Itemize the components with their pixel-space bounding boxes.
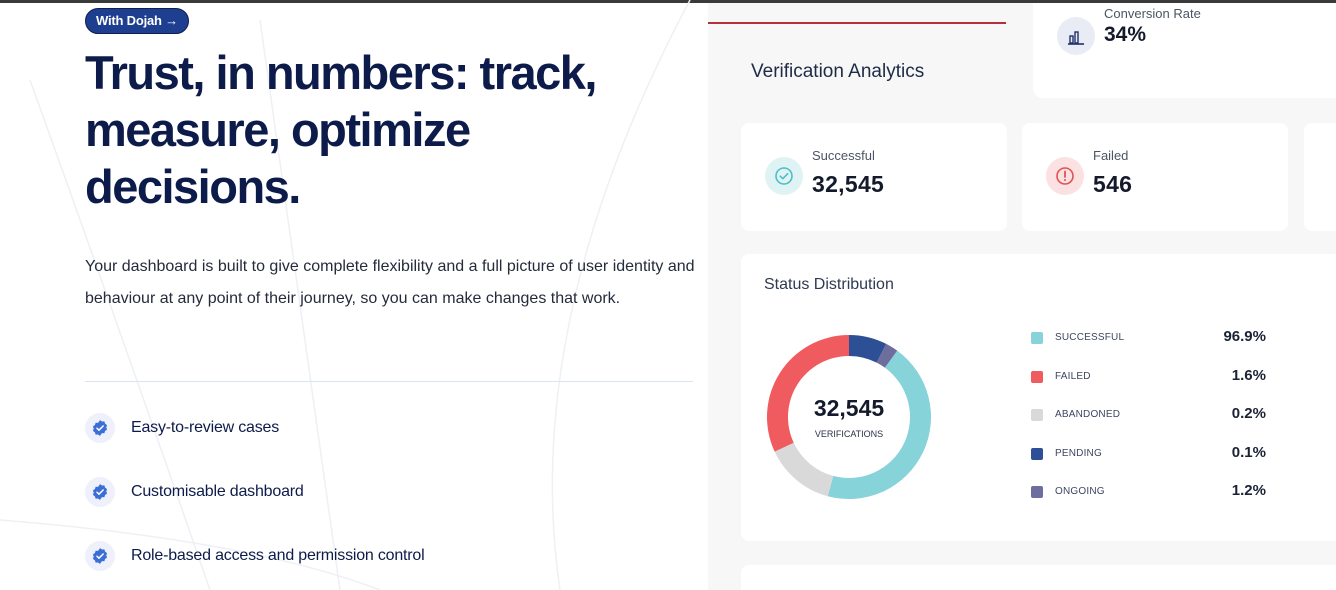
legend-swatch [1031,371,1043,383]
with-dojah-badge[interactable]: With Dojah → [85,8,189,34]
status-donut-chart: 32,545 VERIFICATIONS [767,335,931,499]
legend-label: FAILED [1055,371,1091,382]
hero-section: With Dojah → Trust, in numbers: track, m… [0,0,710,590]
legend-label: SUCCESSFUL [1055,332,1125,343]
next-card-partial [741,565,1336,590]
divider [85,381,693,382]
legend-item: PENDING 0.1% [1031,444,1266,464]
legend-swatch [1031,448,1043,460]
feature-label: Easy-to-review cases [131,419,280,436]
failed-label: Failed [1093,148,1129,163]
verified-check-icon [85,477,115,507]
conversion-card: Conversion Rate 34% [1033,3,1336,98]
legend-item: ONGOING 1.2% [1031,482,1266,502]
feature-item: Customisable dashboard [85,477,304,507]
legend-item: ABANDONED 0.2% [1031,405,1266,425]
check-circle-icon [765,157,803,195]
legend-value: 1.6% [1231,367,1266,384]
legend-value: 0.2% [1231,405,1266,422]
legend-label: ABANDONED [1055,409,1121,420]
legend-item: SUCCESSFUL 96.9% [1031,328,1266,348]
legend-value: 96.9% [1223,328,1266,345]
hero-description: Your dashboard is built to give complete… [85,258,695,307]
status-distribution-card: Status Distribution 32,545 VERIFICATIONS… [741,254,1336,541]
hero-headline: Trust, in numbers: track, measure, optim… [85,46,597,213]
failed-value: 546 [1093,171,1133,197]
feature-item: Easy-to-review cases [85,413,279,443]
legend-value: 0.1% [1231,444,1266,461]
dashboard-preview: Verification Analytics Conversion Rate 3… [708,3,1336,590]
donut-slice-abandoned [774,442,834,497]
analytics-tab: Verification Analytics [708,22,1006,118]
legend-swatch [1031,409,1043,421]
failed-card: Failed 546 [1022,123,1288,231]
successful-label: Successful [812,148,875,163]
legend-label: ONGOING [1055,486,1105,497]
donut-center-value: 32,545 [814,395,885,421]
verified-check-icon [85,541,115,571]
feature-item: Role-based access and permission control [85,541,425,571]
feature-label: Customisable dashboard [131,483,304,500]
conversion-label: Conversion Rate [1104,6,1201,21]
conversion-value: 34% [1104,23,1147,46]
stat-card-partial [1304,123,1336,231]
legend-swatch [1031,486,1043,498]
successful-card: Successful 32,545 [741,123,1007,231]
dashboard-title: Verification Analytics [751,61,925,82]
legend-value: 1.2% [1231,482,1266,499]
distribution-title: Status Distribution [764,276,894,293]
alert-circle-icon [1046,157,1084,195]
donut-center-label: VERIFICATIONS [815,429,883,439]
verified-check-icon [85,413,115,443]
donut-slice-successful [827,350,931,499]
bar-chart-icon [1057,17,1095,55]
legend-item: FAILED 1.6% [1031,367,1266,387]
legend-swatch [1031,332,1043,344]
feature-label: Role-based access and permission control [131,547,425,564]
legend-label: PENDING [1055,448,1102,459]
successful-value: 32,545 [812,171,885,197]
